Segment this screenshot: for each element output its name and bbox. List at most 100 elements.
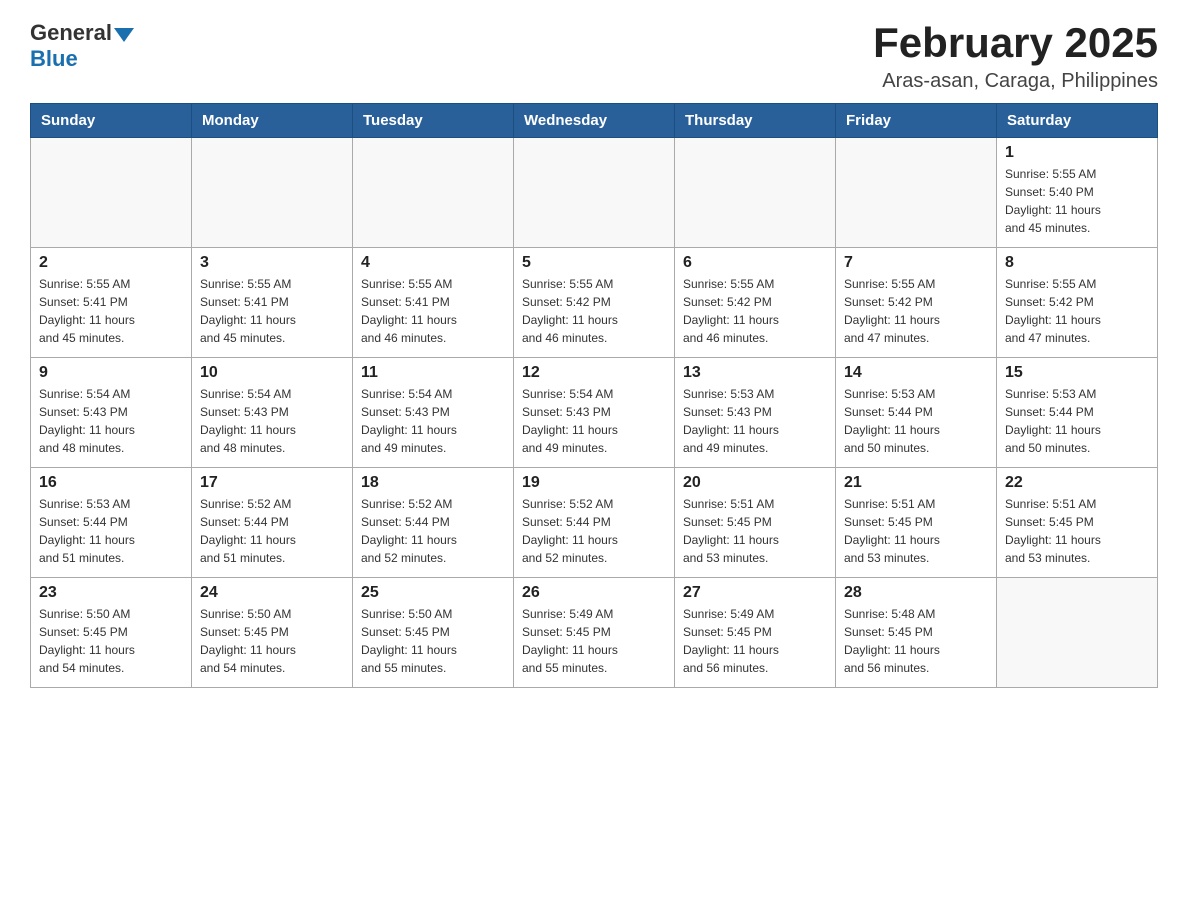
day-info: Sunrise: 5:51 AM Sunset: 5:45 PM Dayligh… [844, 495, 988, 567]
logo: General Blue [30, 20, 134, 72]
day-info: Sunrise: 5:55 AM Sunset: 5:42 PM Dayligh… [1005, 275, 1149, 347]
calendar-cell: 28Sunrise: 5:48 AM Sunset: 5:45 PM Dayli… [836, 578, 997, 688]
day-info: Sunrise: 5:54 AM Sunset: 5:43 PM Dayligh… [522, 385, 666, 457]
calendar-cell: 23 Sunrise: 5:50 AM Sunset: 5:45 PM Dayli… [31, 578, 192, 688]
calendar-week-row: 9 Sunrise: 5:54 AM Sunset: 5:43 PM Daylig… [31, 358, 1158, 468]
calendar-cell: 13Sunrise: 5:53 AM Sunset: 5:43 PM Dayli… [675, 358, 836, 468]
day-info: Sunrise: 5:54 AM Sunset: 5:43 PM Dayligh… [200, 385, 344, 457]
day-info: Sunrise: 5:52 AM Sunset: 5:44 PM Dayligh… [361, 495, 505, 567]
col-header-tuesday: Tuesday [353, 104, 514, 138]
logo-arrow-icon [114, 28, 134, 42]
calendar-cell [31, 138, 192, 248]
day-number: 9 [39, 364, 183, 382]
location-title: Aras-asan, Caraga, Philippines [873, 70, 1158, 93]
day-info: Sunrise: 5:55 AM Sunset: 5:40 PM Dayligh… [1005, 165, 1149, 237]
col-header-thursday: Thursday [675, 104, 836, 138]
day-number: 23 [39, 584, 183, 602]
day-number: 3 [200, 254, 344, 272]
day-info: Sunrise: 5:55 AM Sunset: 5:42 PM Dayligh… [522, 275, 666, 347]
day-number: 10 [200, 364, 344, 382]
day-info: Sunrise: 5:49 AM Sunset: 5:45 PM Dayligh… [683, 605, 827, 677]
day-number: 14 [844, 364, 988, 382]
day-info: Sunrise: 5:53 AM Sunset: 5:44 PM Dayligh… [1005, 385, 1149, 457]
day-info: Sunrise: 5:52 AM Sunset: 5:44 PM Dayligh… [522, 495, 666, 567]
calendar-cell: 4 Sunrise: 5:55 AM Sunset: 5:41 PM Daylig… [353, 248, 514, 358]
day-info: Sunrise: 5:48 AM Sunset: 5:45 PM Dayligh… [844, 605, 988, 677]
day-number: 12 [522, 364, 666, 382]
day-info: Sunrise: 5:49 AM Sunset: 5:45 PM Dayligh… [522, 605, 666, 677]
col-header-saturday: Saturday [997, 104, 1158, 138]
calendar-cell: 21 Sunrise: 5:51 AM Sunset: 5:45 PM Dayli… [836, 468, 997, 578]
calendar-cell: 10 Sunrise: 5:54 AM Sunset: 5:43 PM Dayli… [192, 358, 353, 468]
day-number: 18 [361, 474, 505, 492]
calendar-cell [675, 138, 836, 248]
logo-blue-text: Blue [30, 46, 78, 72]
calendar-cell [836, 138, 997, 248]
day-info: Sunrise: 5:55 AM Sunset: 5:42 PM Dayligh… [683, 275, 827, 347]
calendar-cell: 7Sunrise: 5:55 AM Sunset: 5:42 PM Daylig… [836, 248, 997, 358]
logo-general-text: General [30, 20, 112, 46]
day-number: 25 [361, 584, 505, 602]
day-info: Sunrise: 5:51 AM Sunset: 5:45 PM Dayligh… [683, 495, 827, 567]
day-number: 15 [1005, 364, 1149, 382]
calendar-cell: 2 Sunrise: 5:55 AM Sunset: 5:41 PM Daylig… [31, 248, 192, 358]
col-header-friday: Friday [836, 104, 997, 138]
calendar-cell: 1 Sunrise: 5:55 AM Sunset: 5:40 PM Daylig… [997, 138, 1158, 248]
day-info: Sunrise: 5:55 AM Sunset: 5:41 PM Dayligh… [39, 275, 183, 347]
calendar-header-row: SundayMondayTuesdayWednesdayThursdayFrid… [31, 104, 1158, 138]
day-info: Sunrise: 5:52 AM Sunset: 5:44 PM Dayligh… [200, 495, 344, 567]
calendar-cell: 6 Sunrise: 5:55 AM Sunset: 5:42 PM Daylig… [675, 248, 836, 358]
calendar-cell: 16Sunrise: 5:53 AM Sunset: 5:44 PM Dayli… [31, 468, 192, 578]
day-number: 24 [200, 584, 344, 602]
day-info: Sunrise: 5:53 AM Sunset: 5:44 PM Dayligh… [844, 385, 988, 457]
day-number: 26 [522, 584, 666, 602]
day-number: 22 [1005, 474, 1149, 492]
calendar-week-row: 16Sunrise: 5:53 AM Sunset: 5:44 PM Dayli… [31, 468, 1158, 578]
day-info: Sunrise: 5:50 AM Sunset: 5:45 PM Dayligh… [39, 605, 183, 677]
day-info: Sunrise: 5:50 AM Sunset: 5:45 PM Dayligh… [361, 605, 505, 677]
calendar-cell: 26 Sunrise: 5:49 AM Sunset: 5:45 PM Dayli… [514, 578, 675, 688]
day-number: 8 [1005, 254, 1149, 272]
calendar-cell: 22Sunrise: 5:51 AM Sunset: 5:45 PM Dayli… [997, 468, 1158, 578]
calendar-cell: 17 Sunrise: 5:52 AM Sunset: 5:44 PM Dayli… [192, 468, 353, 578]
day-number: 21 [844, 474, 988, 492]
month-title: February 2025 [873, 20, 1158, 66]
calendar-week-row: 23 Sunrise: 5:50 AM Sunset: 5:45 PM Dayli… [31, 578, 1158, 688]
calendar-cell: 8 Sunrise: 5:55 AM Sunset: 5:42 PM Daylig… [997, 248, 1158, 358]
calendar-cell: 14 Sunrise: 5:53 AM Sunset: 5:44 PM Dayli… [836, 358, 997, 468]
page-header: General Blue February 2025 Aras-asan, Ca… [30, 20, 1158, 93]
calendar-cell: 11Sunrise: 5:54 AM Sunset: 5:43 PM Dayli… [353, 358, 514, 468]
calendar-cell: 24 Sunrise: 5:50 AM Sunset: 5:45 PM Dayli… [192, 578, 353, 688]
day-number: 19 [522, 474, 666, 492]
calendar-table: SundayMondayTuesdayWednesdayThursdayFrid… [30, 103, 1158, 688]
calendar-cell [997, 578, 1158, 688]
calendar-cell [514, 138, 675, 248]
calendar-cell: 27Sunrise: 5:49 AM Sunset: 5:45 PM Dayli… [675, 578, 836, 688]
calendar-cell: 5 Sunrise: 5:55 AM Sunset: 5:42 PM Daylig… [514, 248, 675, 358]
day-number: 20 [683, 474, 827, 492]
calendar-week-row: 1 Sunrise: 5:55 AM Sunset: 5:40 PM Daylig… [31, 138, 1158, 248]
calendar-cell: 12 Sunrise: 5:54 AM Sunset: 5:43 PM Dayli… [514, 358, 675, 468]
col-header-sunday: Sunday [31, 104, 192, 138]
col-header-wednesday: Wednesday [514, 104, 675, 138]
day-info: Sunrise: 5:53 AM Sunset: 5:44 PM Dayligh… [39, 495, 183, 567]
day-info: Sunrise: 5:55 AM Sunset: 5:41 PM Dayligh… [361, 275, 505, 347]
day-number: 7 [844, 254, 988, 272]
calendar-cell: 18 Sunrise: 5:52 AM Sunset: 5:44 PM Dayli… [353, 468, 514, 578]
day-number: 4 [361, 254, 505, 272]
calendar-week-row: 2 Sunrise: 5:55 AM Sunset: 5:41 PM Daylig… [31, 248, 1158, 358]
day-info: Sunrise: 5:54 AM Sunset: 5:43 PM Dayligh… [39, 385, 183, 457]
day-number: 17 [200, 474, 344, 492]
day-number: 5 [522, 254, 666, 272]
day-number: 2 [39, 254, 183, 272]
day-number: 1 [1005, 144, 1149, 162]
day-number: 6 [683, 254, 827, 272]
day-info: Sunrise: 5:54 AM Sunset: 5:43 PM Dayligh… [361, 385, 505, 457]
calendar-cell: 20 Sunrise: 5:51 AM Sunset: 5:45 PM Dayli… [675, 468, 836, 578]
calendar-cell: 3Sunrise: 5:55 AM Sunset: 5:41 PM Daylig… [192, 248, 353, 358]
calendar-cell: 15 Sunrise: 5:53 AM Sunset: 5:44 PM Dayli… [997, 358, 1158, 468]
day-info: Sunrise: 5:50 AM Sunset: 5:45 PM Dayligh… [200, 605, 344, 677]
day-number: 13 [683, 364, 827, 382]
calendar-cell: 19 Sunrise: 5:52 AM Sunset: 5:44 PM Dayli… [514, 468, 675, 578]
calendar-cell: 9 Sunrise: 5:54 AM Sunset: 5:43 PM Daylig… [31, 358, 192, 468]
